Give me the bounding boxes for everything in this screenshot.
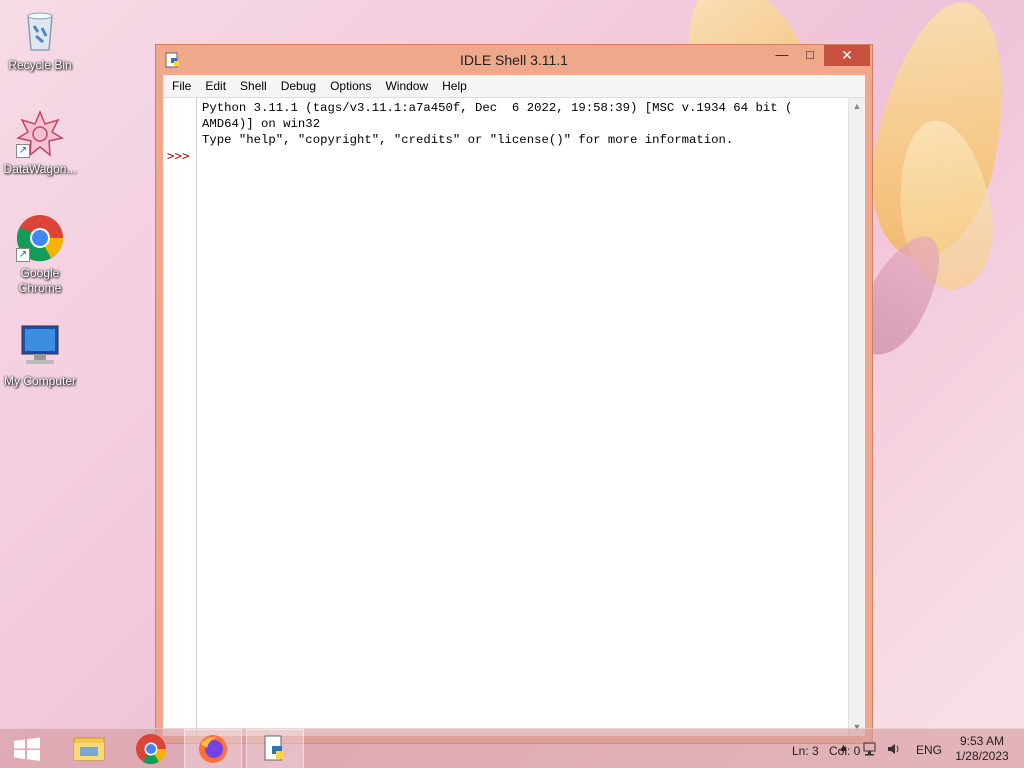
menu-file[interactable]: File: [165, 75, 198, 97]
taskbar-clock[interactable]: 9:53 AM 1/28/2023: [950, 734, 1014, 764]
shell-prompt: >>>: [167, 148, 190, 163]
status-line-number: Ln: 3: [792, 744, 819, 758]
desktop-icon-recycle-bin[interactable]: Recycle Bin: [0, 6, 80, 73]
desktop-icon-google-chrome[interactable]: ↗ Google Chrome: [0, 214, 80, 296]
shortcut-arrow-icon: ↗: [16, 144, 30, 158]
volume-icon[interactable]: [886, 741, 902, 760]
clock-date: 1/28/2023: [955, 749, 1009, 763]
idle-shell-window[interactable]: IDLE Shell 3.11.1 — □ ✕ File Edit Shell …: [155, 44, 873, 744]
taskbar-chrome[interactable]: [122, 729, 180, 768]
shell-line: Python 3.11.1 (tags/v3.11.1:a7a450f, Dec…: [202, 101, 793, 115]
tray-show-hidden-icon[interactable]: ▲: [838, 742, 849, 754]
vertical-scrollbar[interactable]: ▲ ▼: [848, 98, 865, 736]
network-icon[interactable]: [862, 741, 878, 760]
start-button[interactable]: [0, 729, 54, 768]
menu-window[interactable]: Window: [378, 75, 435, 97]
minimize-button[interactable]: —: [768, 45, 796, 66]
python-idle-icon: [264, 735, 284, 761]
menu-help[interactable]: Help: [435, 75, 474, 97]
window-titlebar[interactable]: IDLE Shell 3.11.1 — □ ✕: [156, 45, 872, 75]
shell-text-area[interactable]: Python 3.11.1 (tags/v3.11.1:a7a450f, Dec…: [202, 100, 845, 736]
menu-options[interactable]: Options: [323, 75, 378, 97]
desktop-icon-label: Recycle Bin: [8, 58, 72, 72]
window-title: IDLE Shell 3.11.1: [460, 52, 568, 68]
menu-bar: File Edit Shell Debug Options Window Hel…: [163, 75, 865, 97]
taskbar: Ln: 3 Col: 0 ▲ ENG 9:53 AM 1/28/2023: [0, 728, 1024, 768]
firefox-icon: [199, 735, 227, 763]
desktop-icon-datawagon[interactable]: ↗ DataWagon...: [0, 110, 80, 177]
shell-line: Type "help", "copyright", "credits" or "…: [202, 133, 734, 147]
desktop-icon-label: DataWagon...: [3, 162, 77, 176]
prompt-gutter: >>>: [163, 98, 197, 736]
shell-line: AMD64)] on win32: [202, 117, 321, 131]
taskbar-firefox[interactable]: [184, 729, 242, 768]
chrome-icon: ↗: [16, 214, 64, 262]
scroll-up-icon[interactable]: ▲: [849, 98, 865, 115]
desktop-icon-label: Google Chrome: [18, 266, 62, 295]
shell-editor[interactable]: >>> Python 3.11.1 (tags/v3.11.1:a7a450f,…: [163, 97, 865, 736]
close-button[interactable]: ✕: [824, 45, 870, 66]
taskbar-file-explorer[interactable]: [60, 729, 118, 768]
language-indicator[interactable]: ENG: [916, 743, 942, 757]
window-client-area: File Edit Shell Debug Options Window Hel…: [163, 75, 865, 736]
desktop-icon-label: My Computer: [3, 374, 77, 388]
desktop-icon-my-computer[interactable]: My Computer: [0, 322, 80, 389]
folder-icon: [73, 737, 105, 761]
chrome-icon: [136, 734, 167, 765]
menu-edit[interactable]: Edit: [198, 75, 233, 97]
menu-debug[interactable]: Debug: [274, 75, 323, 97]
computer-icon: [16, 322, 64, 370]
clock-time: 9:53 AM: [959, 734, 1005, 748]
shortcut-arrow-icon: ↗: [16, 248, 30, 262]
menu-shell[interactable]: Shell: [233, 75, 274, 97]
taskbar-idle[interactable]: [246, 729, 304, 768]
datawagon-icon: ↗: [16, 110, 64, 158]
maximize-button[interactable]: □: [796, 45, 824, 66]
recycle-bin-icon: [16, 6, 64, 54]
